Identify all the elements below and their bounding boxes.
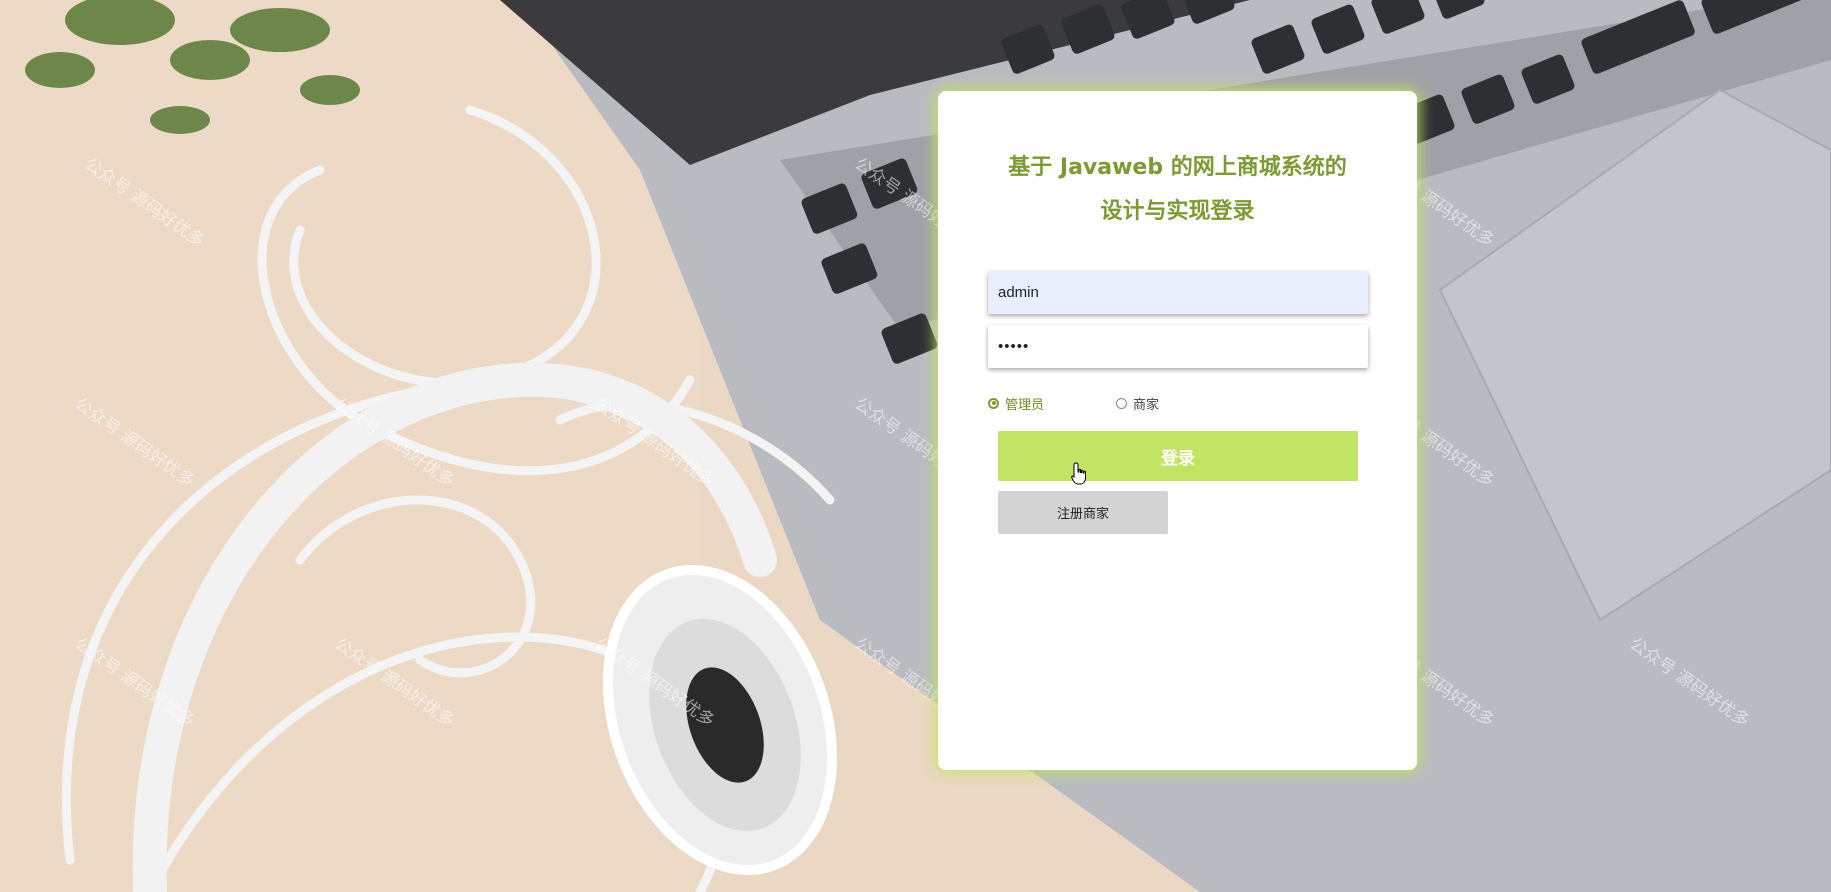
username-input[interactable] [988,271,1368,314]
radio-checked-icon[interactable] [988,397,999,409]
hand-pointer-cursor-icon [1071,462,1086,485]
login-button[interactable]: 登录 [998,431,1358,481]
role-label-merchant: 商家 [1133,397,1160,413]
role-selector: 管理员 商家 [988,393,1368,413]
role-label-admin: 管理员 [1005,397,1045,413]
register-merchant-button[interactable]: 注册商家 [998,491,1168,534]
role-option-admin[interactable]: 管理员 [988,393,1044,413]
login-panel: 基于 Javaweb 的网上商城系统的 设计与实现登录 管理员 商家 登录 注册… [938,91,1417,770]
title-line-1: 基于 Javaweb 的网上商城系统的 [1008,155,1347,180]
password-input[interactable] [988,325,1368,368]
radio-unchecked-icon[interactable] [1116,397,1127,409]
title-line-2: 设计与实现登录 [1100,199,1255,224]
role-option-merchant[interactable]: 商家 [1116,393,1159,413]
page-title: 基于 Javaweb 的网上商城系统的 设计与实现登录 [938,146,1417,234]
desk-scene-illustration [0,0,1831,892]
background-photo [0,0,1831,892]
